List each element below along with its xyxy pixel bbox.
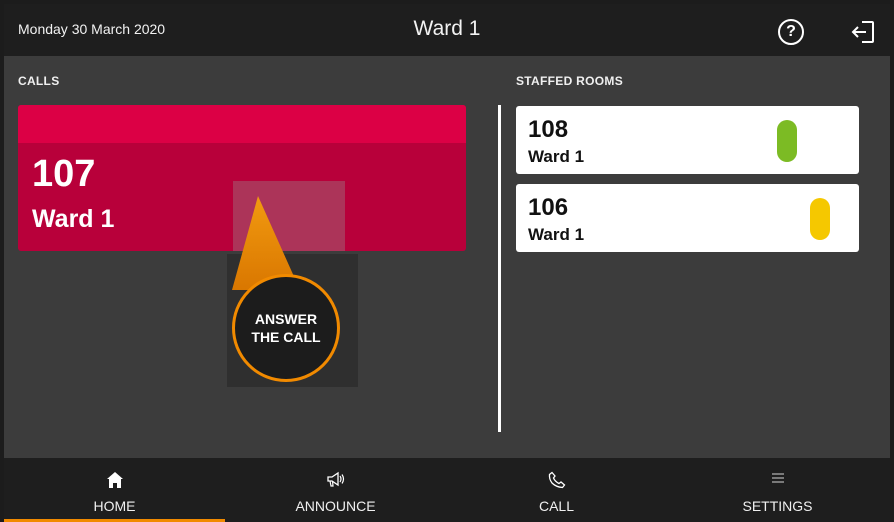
nav-call-label: CALL — [538, 498, 575, 514]
nurse-call-screen: Monday 30 March 2020 Ward 1 ? CALLS STAF… — [4, 4, 890, 522]
staffed-room-card[interactable]: 106 Ward 1 — [516, 184, 859, 252]
logout-icon[interactable] — [850, 19, 876, 45]
staffed-room-card[interactable]: 108 Ward 1 — [516, 106, 859, 174]
room-number: 106 — [528, 194, 569, 221]
room-number: 108 — [528, 116, 569, 143]
phone-icon — [548, 471, 565, 489]
call-ward-name: Ward 1 — [32, 205, 115, 233]
tooltip-line-2: THE CALL — [251, 329, 321, 345]
panel-divider — [498, 105, 501, 432]
staffed-rooms-heading: STAFFED ROOMS — [516, 74, 624, 88]
nav-call[interactable]: CALL — [446, 458, 667, 522]
megaphone-icon — [326, 471, 344, 487]
nav-home-label: HOME — [93, 498, 136, 514]
header-bar: Monday 30 March 2020 Ward 1 ? — [4, 4, 890, 56]
nav-announce[interactable]: ANNOUNCE — [225, 458, 446, 522]
nav-settings-label: SETTINGS — [742, 498, 813, 514]
room-ward: Ward 1 — [528, 225, 585, 244]
call-card-header-bar — [18, 105, 466, 143]
calls-heading: CALLS — [18, 74, 60, 88]
presence-indicator-yellow — [810, 198, 830, 240]
room-ward: Ward 1 — [528, 147, 585, 166]
nav-settings[interactable]: SETTINGS — [667, 458, 888, 522]
presence-indicator-green — [777, 120, 797, 162]
answer-call-tooltip: ANSWER THE CALL — [232, 274, 340, 382]
nav-announce-label: ANNOUNCE — [295, 498, 376, 514]
menu-icon — [771, 473, 784, 483]
tooltip-line-1: ANSWER — [254, 311, 318, 327]
nav-home[interactable]: HOME — [4, 458, 225, 522]
bottom-nav: HOME ANNOUNCE CALL SETTINGS — [4, 458, 890, 522]
help-icon[interactable]: ? — [778, 19, 804, 45]
header-title: Ward 1 — [413, 17, 481, 40]
home-icon — [106, 472, 123, 488]
call-room-number: 107 — [32, 153, 96, 195]
